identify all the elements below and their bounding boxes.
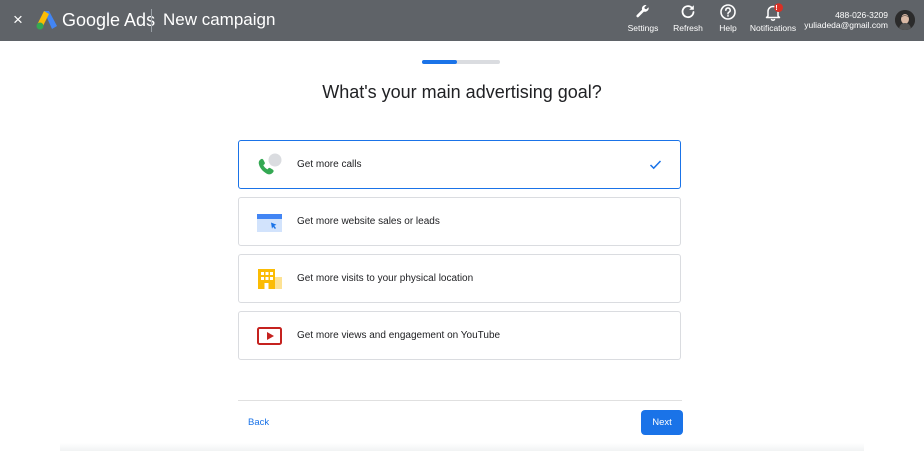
next-button[interactable]: Next [641, 410, 683, 435]
store-icon [258, 269, 282, 289]
page-title: New campaign [163, 10, 276, 29]
notifications-label: Notifications [749, 23, 797, 33]
brand-divider [151, 9, 152, 32]
settings-button[interactable]: Settings [627, 3, 659, 37]
avatar[interactable] [895, 10, 915, 30]
checkmark-icon [649, 160, 662, 170]
google-ads-logo-icon [36, 11, 57, 30]
brand-name: Google Ads [62, 10, 156, 30]
avatar-image [895, 10, 915, 30]
youtube-icon [257, 327, 282, 345]
goal-option-store[interactable]: Get more visits to your physical locatio… [238, 254, 681, 303]
notifications-button[interactable]: ! Notifications [748, 3, 798, 37]
help-label: Help [719, 23, 737, 33]
goal-label-store: Get more visits to your physical locatio… [297, 273, 474, 284]
back-button[interactable]: Back [248, 416, 269, 430]
page-heading: What's your main advertising goal? [322, 82, 602, 102]
help-button[interactable]: Help [716, 3, 740, 37]
goal-label-youtube: Get more views and engagement on YouTube [297, 330, 501, 341]
website-icon [257, 214, 282, 232]
refresh-icon [681, 5, 695, 19]
account-phone: 488-026-3209 [835, 10, 888, 20]
account-email: yuliadeda@gmail.com [804, 20, 888, 30]
refresh-button[interactable]: Refresh [672, 3, 704, 37]
notification-badge: ! [775, 5, 778, 12]
settings-label: Settings [627, 23, 659, 33]
help-icon [720, 4, 736, 20]
wrench-icon [636, 5, 649, 18]
progress-bar [422, 60, 500, 64]
bottom-edge [60, 443, 864, 451]
goal-option-website[interactable]: Get more website sales or leads [238, 197, 681, 246]
refresh-label: Refresh [673, 23, 703, 33]
goal-option-calls[interactable]: Get more calls [238, 140, 681, 189]
goal-label-website: Get more website sales or leads [297, 216, 440, 227]
goal-label-calls: Get more calls [297, 159, 362, 170]
footer-divider [238, 400, 682, 401]
progress-bar-fill [422, 60, 458, 64]
top-bar: × Google Ads New campaign Settings Refre… [0, 0, 924, 41]
goal-option-youtube[interactable]: Get more views and engagement on YouTube [238, 311, 681, 360]
close-button[interactable]: × [9, 10, 27, 30]
phone-icon [258, 153, 282, 175]
account-info[interactable]: 488-026-3209 yuliadeda@gmail.com [804, 10, 888, 30]
